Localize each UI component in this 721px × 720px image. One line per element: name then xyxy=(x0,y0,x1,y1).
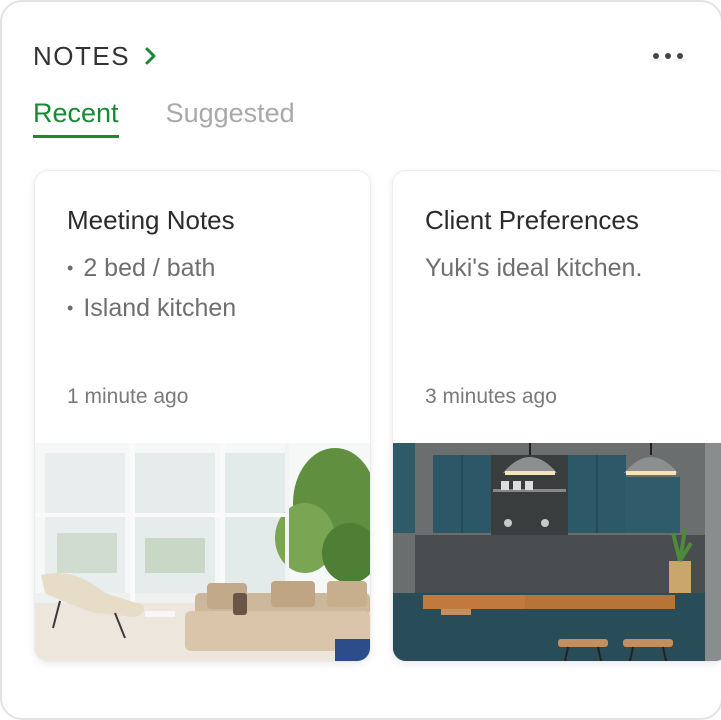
tab-bar: Recent Suggested xyxy=(33,98,342,138)
chevron-right-icon[interactable] xyxy=(144,47,162,65)
note-card-meeting-notes[interactable]: Meeting Notes 2 bed / bath Island kitche… xyxy=(34,170,371,662)
widget-title[interactable]: NOTES xyxy=(33,41,130,72)
note-title: Meeting Notes xyxy=(67,205,235,235)
more-dot xyxy=(665,53,671,59)
notes-widget: NOTES Recent Suggested Meeting Notes 2 b… xyxy=(0,0,721,720)
note-timestamp: 3 minutes ago xyxy=(425,385,557,408)
more-dot xyxy=(677,53,683,59)
tab-recent[interactable]: Recent xyxy=(33,98,119,138)
living-room-photo xyxy=(35,443,370,661)
more-dot xyxy=(653,53,659,59)
kitchen-photo xyxy=(393,443,721,661)
note-card-client-preferences[interactable]: Client Preferences Yuki's ideal kitchen.… xyxy=(392,170,721,662)
widget-header[interactable]: NOTES xyxy=(33,38,162,74)
note-body: 2 bed / bath Island kitchen xyxy=(67,249,236,329)
more-options-icon[interactable] xyxy=(653,46,683,66)
note-bullet: 2 bed / bath xyxy=(67,249,236,289)
note-bullet: Island kitchen xyxy=(67,289,236,329)
tab-suggested[interactable]: Suggested xyxy=(166,98,295,138)
note-body: Yuki's ideal kitchen. xyxy=(425,254,643,282)
note-timestamp: 1 minute ago xyxy=(67,385,189,408)
note-title: Client Preferences xyxy=(425,205,639,235)
